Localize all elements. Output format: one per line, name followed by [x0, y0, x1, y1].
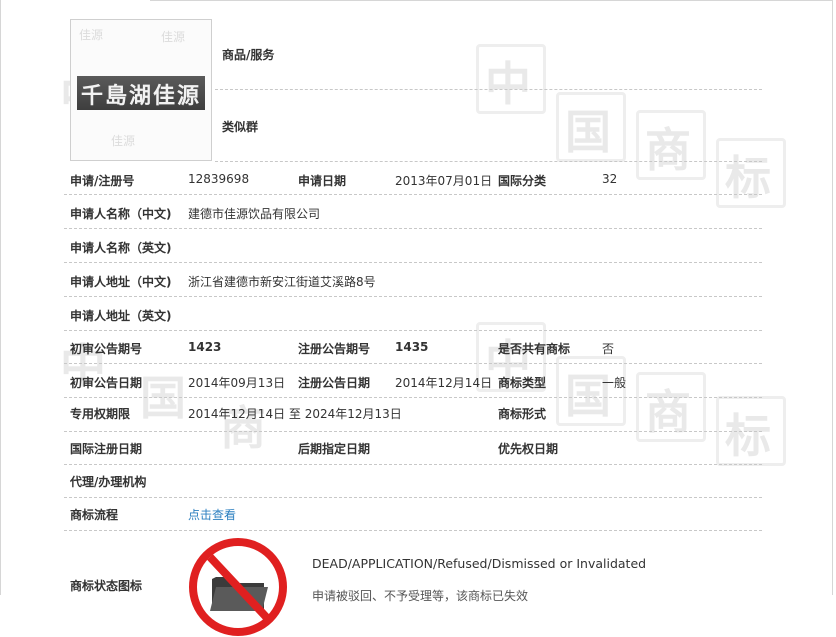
- application-date-value: 2013年07月01日: [395, 174, 493, 188]
- similar-group-label: 类似群: [222, 120, 259, 134]
- logo-noise: 佳源: [79, 28, 104, 42]
- divider: [215, 89, 762, 90]
- logo-text: 千島湖佳源: [80, 83, 201, 109]
- logo-noise: 佳源: [111, 134, 136, 148]
- field-label: 专用权期限: [70, 407, 131, 421]
- logo-band: 千島湖佳源: [77, 76, 205, 110]
- field-label: 申请/注册号: [70, 174, 135, 188]
- exclusive-period-value: 2014年12月14日 至 2024年12月13日: [188, 407, 402, 421]
- field-label: 后期指定日期: [298, 442, 371, 456]
- prelim-announcement-date-value: 2014年09月13日: [188, 376, 286, 390]
- field-label: 初审公告日期: [70, 376, 143, 390]
- row-applicant-name-cn: 申请人名称（中文) 建德市佳源饮品有限公司: [64, 195, 762, 229]
- field-label: 商标形式: [498, 407, 547, 421]
- field-label: 代理/办理机构: [70, 475, 147, 489]
- field-label: 初审公告期号: [70, 342, 143, 356]
- registration-number-value: 12839698: [188, 172, 250, 186]
- field-label: 是否共有商标: [498, 342, 571, 356]
- field-label: 商标类型: [498, 376, 547, 390]
- trademark-detail: 佳源 佳源 佳源 千島湖佳源 商品/服务 类似群 申请/注册号 12839698…: [0, 0, 836, 636]
- trademark-dead-status-icon: [189, 538, 287, 636]
- field-label: 申请人名称（英文): [70, 241, 172, 255]
- row-trademark-flow: 商标流程 点击查看: [64, 498, 762, 531]
- row-applicant-address-cn: 申请人地址（中文) 浙江省建德市新安江街道艾溪路8号: [64, 263, 762, 297]
- row-prelim-announcement-date: 初审公告日期 2014年09月13日 注册公告日期 2014年12月14日 商标…: [64, 364, 762, 398]
- applicant-address-cn-value: 浙江省建德市新安江街道艾溪路8号: [188, 275, 376, 289]
- trademark-logo-image: 佳源 佳源 佳源 千島湖佳源: [70, 19, 212, 161]
- reg-announcement-date-value: 2014年12月14日: [395, 376, 493, 390]
- status-icon-label: 商标状态图标: [70, 579, 143, 593]
- shared-trademark-value: 否: [602, 342, 615, 356]
- prelim-announcement-no-value: 1423: [188, 340, 222, 354]
- intl-class-value: 32: [602, 172, 618, 186]
- row-applicant-address-en: 申请人地址（英文): [64, 297, 762, 331]
- status-description-en: DEAD/APPLICATION/Refused/Dismissed or In…: [312, 556, 647, 571]
- field-label: 申请人地址（英文): [70, 309, 172, 323]
- row-exclusive-period: 专用权期限 2014年12月14日 至 2024年12月13日 商标形式: [64, 398, 762, 432]
- status-description-cn: 申请被驳回、不予受理等，该商标已失效: [312, 589, 529, 603]
- field-label: 注册公告期号: [298, 342, 371, 356]
- field-label: 优先权日期: [498, 442, 559, 456]
- logo-noise: 佳源: [161, 30, 186, 44]
- field-label: 商标流程: [70, 508, 119, 522]
- field-label: 国际分类: [498, 174, 547, 188]
- row-applicant-name-en: 申请人名称（英文): [64, 229, 762, 263]
- row-registration-number: 申请/注册号 12839698 申请日期 2013年07月01日 国际分类 32: [64, 162, 762, 195]
- field-label: 注册公告日期: [298, 376, 371, 390]
- row-intl-registration: 国际注册日期 后期指定日期 优先权日期: [64, 432, 762, 465]
- field-label: 申请人名称（中文): [70, 207, 172, 221]
- field-label: 申请日期: [298, 174, 347, 188]
- field-label: 国际注册日期: [70, 442, 143, 456]
- trademark-type-value: 一般: [602, 376, 627, 390]
- row-prelim-announcement-no: 初审公告期号 1423 注册公告期号 1435 是否共有商标 否: [64, 331, 762, 364]
- row-agent: 代理/办理机构: [64, 465, 762, 498]
- field-label: 申请人地址（中文): [70, 275, 172, 289]
- view-flow-link[interactable]: 点击查看: [188, 506, 236, 523]
- applicant-name-cn-value: 建德市佳源饮品有限公司: [188, 207, 321, 221]
- goods-services-label: 商品/服务: [222, 48, 275, 62]
- reg-announcement-no-value: 1435: [395, 340, 429, 354]
